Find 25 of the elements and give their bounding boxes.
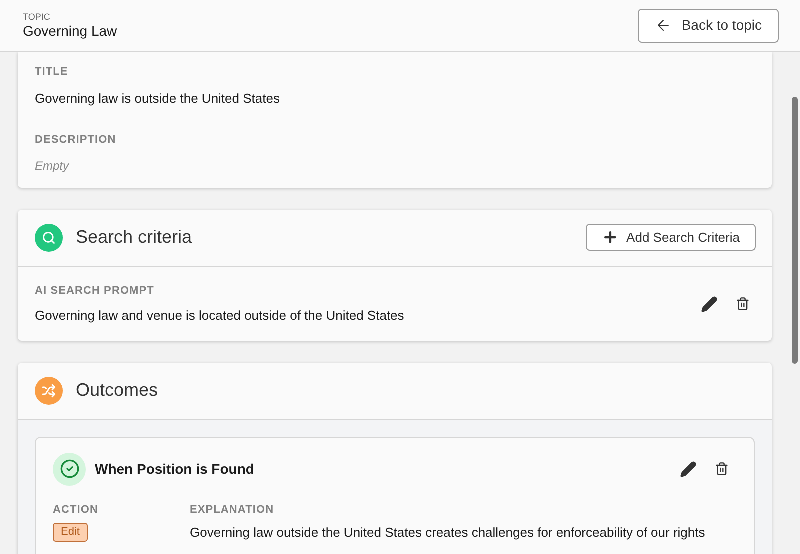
shuffle-icon [35, 376, 63, 404]
add-search-criteria-button[interactable]: Add Search Criteria [586, 224, 756, 251]
title-value: Governing law is outside the United States [35, 90, 281, 108]
back-button[interactable]: Back to topic [638, 8, 779, 42]
explanation-text: Governing law outside the United States creates challenges for enforceability of our rights [190, 524, 706, 542]
edit-button[interactable] [701, 296, 718, 312]
prompt-text: Governing law and venue is located outside of the United States [35, 307, 404, 325]
topic-title: Governing Law [23, 22, 118, 40]
explanation-label: EXPLANATION [190, 502, 276, 518]
topic-eyebrow: TOPIC [23, 12, 52, 22]
description-label: DESCRIPTION [35, 133, 118, 148]
section-heading: Outcomes [76, 379, 158, 402]
plus-icon [602, 229, 619, 246]
action-label: ACTION [53, 502, 98, 518]
description-empty-text: Empty [35, 158, 70, 174]
action-tag: Edit [53, 523, 88, 542]
outcome-title: When Position is Found [95, 460, 254, 478]
check-icon [53, 452, 86, 486]
edit-button[interactable] [680, 460, 697, 478]
section-heading: Search criteria [76, 226, 192, 249]
prompt-label: AI SEARCH PROMPT [35, 284, 156, 298]
search-icon [35, 224, 63, 252]
delete-button[interactable] [736, 297, 750, 311]
title-label: TITLE [35, 65, 70, 80]
delete-button[interactable] [715, 462, 729, 476]
